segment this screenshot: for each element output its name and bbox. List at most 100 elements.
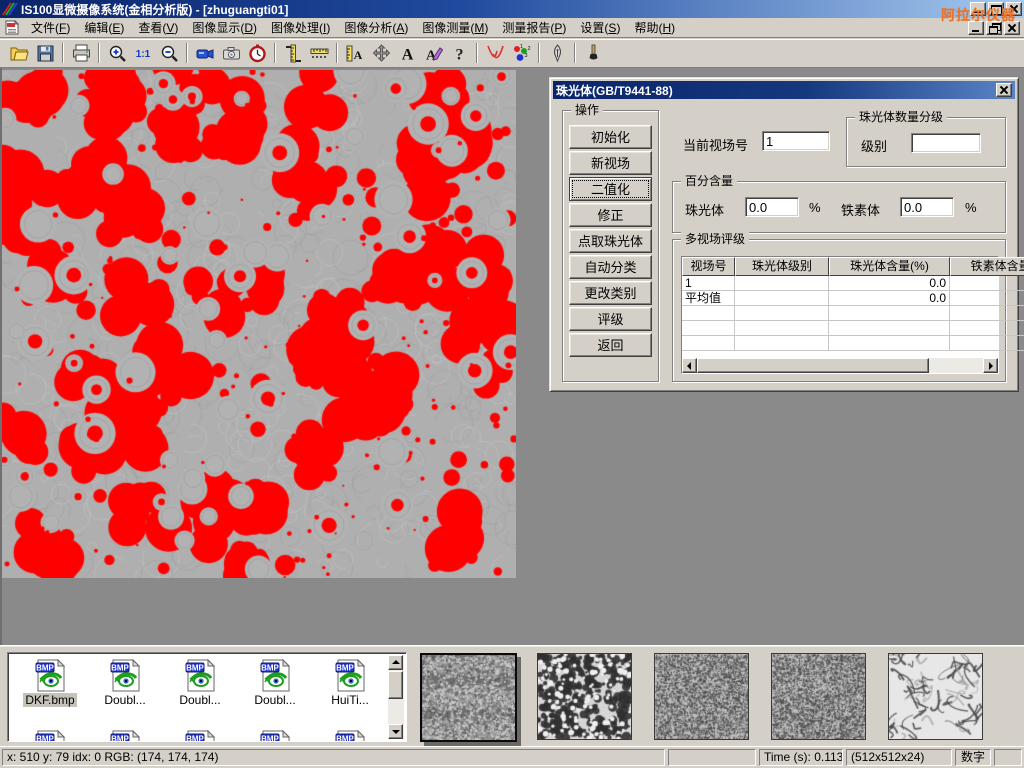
op-button[interactable]: 点取珠光体 <box>569 229 652 253</box>
measure-text-caliper-button[interactable]: A <box>342 41 368 66</box>
menu-item[interactable]: 文件(F) <box>24 19 77 37</box>
op-button[interactable]: 返回 <box>569 333 652 357</box>
text-a-icon: A <box>397 43 418 64</box>
table-header-cell[interactable]: 铁素体含量(%) <box>950 257 1024 276</box>
file-item[interactable]: BMP <box>314 729 386 742</box>
file-item[interactable]: BMPDoubl... <box>89 658 161 707</box>
pen-nib-button[interactable] <box>544 41 570 66</box>
menu-item[interactable]: 图像显示(D) <box>185 19 264 37</box>
actual-size-1to1-button[interactable]: 1:1 <box>130 41 156 66</box>
application-window: IS100显微摄像系统(金相分析版) - [zhuguangti01] 阿拉尔仪… <box>0 0 1024 768</box>
menu-item[interactable]: 图像处理(I) <box>264 19 337 37</box>
file-item[interactable]: BMP <box>239 729 311 742</box>
dialog-close-button[interactable] <box>996 83 1012 97</box>
menu-item[interactable]: 测量报告(P) <box>495 19 573 37</box>
window-maximize-button[interactable] <box>988 2 1004 16</box>
file-item[interactable]: BMPHuiTi... <box>314 658 386 707</box>
thumbnail-1[interactable] <box>420 653 517 742</box>
bottom-panel: BMPDKF.bmpBMPDoubl...BMPDoubl...BMPDoubl… <box>0 645 1024 746</box>
horizontal-ruler-button[interactable] <box>306 41 332 66</box>
operation-buttons: 初始化新视场二值化修正点取珠光体自动分类更改类别评级返回 <box>563 123 658 359</box>
red-curve-tool-button[interactable] <box>482 41 508 66</box>
pearlite-percent-input[interactable] <box>745 197 799 217</box>
menu-item[interactable]: 图像分析(A) <box>337 19 415 37</box>
file-item[interactable]: BMP <box>89 729 161 742</box>
vertical-caliper-button[interactable] <box>280 41 306 66</box>
table-row[interactable] <box>682 306 998 321</box>
menu-item[interactable]: 图像测量(M) <box>415 19 495 37</box>
scroll-right-button[interactable] <box>983 358 998 373</box>
menu-item[interactable]: 编辑(E) <box>77 19 131 37</box>
thumbnail-4[interactable] <box>771 653 866 740</box>
scrollbar-thumb[interactable] <box>697 358 929 373</box>
help-question-button[interactable]: ? <box>446 41 472 66</box>
file-item[interactable]: BMP <box>14 729 86 742</box>
thumbnail-2[interactable] <box>537 653 632 740</box>
save-floppy-button[interactable] <box>32 41 58 66</box>
op-button[interactable]: 更改类别 <box>569 281 652 305</box>
bmp-file-icon: BMP <box>33 729 67 742</box>
menu-item[interactable]: 帮助(H) <box>627 19 682 37</box>
annotate-pencil-button[interactable]: A <box>420 41 446 66</box>
dialog-title-bar[interactable]: 珠光体(GB/T9441-88) <box>553 81 1015 99</box>
op-button[interactable]: 新视场 <box>569 151 652 175</box>
text-a-button[interactable]: A <box>394 41 420 66</box>
photo-camera-button[interactable] <box>218 41 244 66</box>
thumbnail-5[interactable] <box>888 653 983 740</box>
file-item[interactable]: BMPDoubl... <box>239 658 311 707</box>
file-scroll-up-button[interactable] <box>388 655 403 670</box>
table-cell <box>735 336 829 351</box>
menu-item[interactable]: 查看(V) <box>131 19 185 37</box>
table-row[interactable]: 10.0 <box>682 276 998 291</box>
table-row[interactable] <box>682 321 998 336</box>
svg-text:BMP: BMP <box>261 735 279 743</box>
toolbar-separator <box>574 43 576 63</box>
zoom-out-magnifier-button[interactable] <box>156 41 182 66</box>
video-camera-button[interactable] <box>192 41 218 66</box>
file-name: Doubl... <box>177 693 222 707</box>
rating-table[interactable]: 视场号珠光体级别珠光体含量(%)铁素体含量(%) 10.0平均值0.0 <box>681 256 999 374</box>
file-scroll-down-button[interactable] <box>388 724 403 739</box>
table-cell: 0.0 <box>829 276 950 291</box>
thumbnail-3[interactable] <box>654 653 749 740</box>
current-field-input[interactable] <box>762 131 830 151</box>
menu-item[interactable]: 设置(S) <box>573 19 627 37</box>
child-minimize-button[interactable] <box>968 21 984 35</box>
move-cross-button[interactable] <box>368 41 394 66</box>
op-button[interactable]: 二值化 <box>569 177 652 201</box>
op-button[interactable]: 自动分类 <box>569 255 652 279</box>
stopwatch-button[interactable] <box>244 41 270 66</box>
ferrite-percent-input[interactable] <box>900 197 954 217</box>
table-row[interactable] <box>682 336 998 351</box>
level-input[interactable] <box>911 133 981 153</box>
percent-group: 百分含量 珠光体 % 铁素体 % <box>672 181 1006 233</box>
child-close-button[interactable] <box>1004 21 1020 35</box>
zoom-in-magnifier-button[interactable] <box>104 41 130 66</box>
window-close-button[interactable] <box>1006 2 1022 16</box>
svg-text:BMP: BMP <box>261 664 279 673</box>
file-item[interactable]: BMPDKF.bmp <box>14 658 86 707</box>
scroll-left-button[interactable] <box>682 358 697 373</box>
table-horizontal-scrollbar[interactable] <box>682 358 998 373</box>
file-scrollbar-thumb[interactable] <box>388 671 403 699</box>
op-button[interactable]: 修正 <box>569 203 652 227</box>
svg-text:BMP: BMP <box>111 735 129 743</box>
open-folder-button[interactable] <box>6 41 32 66</box>
file-item[interactable]: BMP <box>164 729 236 742</box>
table-header-cell[interactable]: 视场号 <box>682 257 735 276</box>
paint-brush-button[interactable] <box>580 41 606 66</box>
metallographic-image[interactable] <box>2 70 516 578</box>
table-header-cell[interactable]: 珠光体级别 <box>735 257 829 276</box>
count-points-button[interactable]: 123 <box>508 41 534 66</box>
child-restore-button[interactable] <box>986 21 1002 35</box>
title-bar: IS100显微摄像系统(金相分析版) - [zhuguangti01] <box>0 0 1024 18</box>
printer-button[interactable] <box>68 41 94 66</box>
table-header-cell[interactable]: 珠光体含量(%) <box>829 257 950 276</box>
file-item[interactable]: BMPDoubl... <box>164 658 236 707</box>
table-row[interactable]: 平均值0.0 <box>682 291 998 306</box>
file-vertical-scrollbar[interactable] <box>388 655 404 739</box>
file-browser[interactable]: BMPDKF.bmpBMPDoubl...BMPDoubl...BMPDoubl… <box>7 652 407 742</box>
op-button[interactable]: 初始化 <box>569 125 652 149</box>
window-minimize-button[interactable] <box>970 2 986 16</box>
op-button[interactable]: 评级 <box>569 307 652 331</box>
